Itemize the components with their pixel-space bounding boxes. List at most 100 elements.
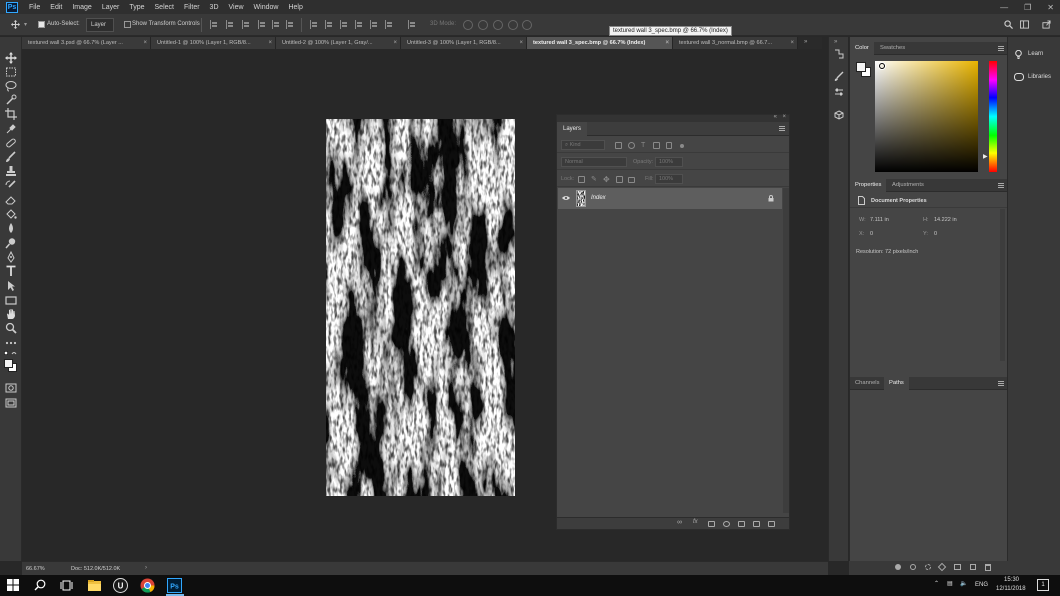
path-selection-tool-icon[interactable] xyxy=(5,280,17,292)
close-icon[interactable]: × xyxy=(519,37,523,49)
panel-menu-icon[interactable] xyxy=(998,46,1004,51)
libraries-item[interactable]: Libraries xyxy=(1008,68,1060,86)
auto-select-dropdown[interactable]: Layer xyxy=(86,18,114,32)
lock-artboard-icon[interactable] xyxy=(616,176,623,183)
add-mask-icon[interactable] xyxy=(708,521,715,527)
minimize-icon[interactable]: — xyxy=(1000,3,1008,12)
adjustment-layer-icon[interactable] xyxy=(723,521,730,527)
tray-overflow-icon[interactable]: ⌃ xyxy=(934,580,939,587)
search-icon[interactable] xyxy=(1004,20,1013,29)
default-colors-icon[interactable] xyxy=(4,351,18,357)
panel-drag-bar[interactable]: « × xyxy=(557,114,789,122)
new-path-icon[interactable] xyxy=(970,564,976,570)
visibility-eye-icon[interactable] xyxy=(562,195,570,201)
layer-row-index[interactable]: Index xyxy=(558,188,782,209)
notifications-badge[interactable]: 1 xyxy=(1037,579,1049,591)
close-icon[interactable]: × xyxy=(790,37,794,49)
blur-tool-icon[interactable] xyxy=(5,222,17,234)
tab-swatches[interactable]: Swatches xyxy=(875,42,910,55)
layer-name[interactable]: Index xyxy=(591,195,606,201)
menu-select[interactable]: Select xyxy=(150,4,179,11)
adjust-panel-icon[interactable] xyxy=(834,87,844,97)
eyedropper-tool-icon[interactable] xyxy=(5,123,17,135)
menu-3d[interactable]: 3D xyxy=(205,4,224,11)
close-icon[interactable]: × xyxy=(393,37,397,49)
show-transform-checkbox[interactable] xyxy=(124,21,131,28)
width-value[interactable]: 7.111 in xyxy=(870,217,889,223)
screen-mode-icon[interactable] xyxy=(5,397,17,409)
document-image-bark-texture[interactable] xyxy=(326,119,515,496)
move-tool-icon[interactable] xyxy=(5,52,17,64)
panel-menu-icon[interactable] xyxy=(779,126,785,131)
panel-menu-icon[interactable] xyxy=(998,183,1004,188)
file-explorer-icon[interactable] xyxy=(87,578,102,593)
menu-help[interactable]: Help xyxy=(283,4,307,11)
lock-position-icon[interactable]: ✥ xyxy=(603,176,610,184)
align-left-icon[interactable] xyxy=(210,20,218,29)
color-picker-cursor[interactable] xyxy=(879,63,885,69)
eraser-tool-icon[interactable] xyxy=(5,194,17,206)
make-work-path-icon[interactable] xyxy=(937,562,947,572)
clock-time[interactable]: 15:30 xyxy=(1004,577,1019,583)
restore-icon[interactable]: ❐ xyxy=(1024,3,1031,12)
tab-textured-wall-psd[interactable]: textured wall 3.psd @ 66.7% (Layer ... × xyxy=(22,37,151,49)
add-mask-icon[interactable] xyxy=(954,564,961,570)
opacity-input[interactable]: 100% xyxy=(655,157,683,167)
menu-layer[interactable]: Layer xyxy=(97,4,125,11)
link-layers-icon[interactable]: ∞ xyxy=(677,519,682,526)
delete-layer-icon[interactable] xyxy=(768,521,775,527)
task-view-icon[interactable] xyxy=(60,580,73,591)
filter-type-icon[interactable]: T xyxy=(641,142,648,149)
tab-textured-wall-spec[interactable]: textured wall 3_spec.bmp @ 66.7% (Index)… xyxy=(527,37,673,49)
close-icon[interactable]: × xyxy=(665,37,669,49)
type-tool-icon[interactable] xyxy=(5,265,17,277)
fill-path-icon[interactable] xyxy=(895,564,901,570)
blend-mode-dropdown[interactable]: Normal xyxy=(561,157,627,167)
distribute-vcenter-icon[interactable] xyxy=(325,20,333,29)
zoom-level[interactable]: 66.67% xyxy=(26,566,45,572)
search-icon[interactable] xyxy=(34,579,46,591)
clone-stamp-tool-icon[interactable] xyxy=(5,165,17,177)
tab-properties[interactable]: Properties xyxy=(850,179,887,192)
lock-all-icon[interactable] xyxy=(628,177,635,183)
roll-3d-icon[interactable] xyxy=(478,20,488,30)
learn-item[interactable]: Learn xyxy=(1008,45,1060,63)
layer-kind-filter[interactable]: ⌕ Kind xyxy=(561,140,605,150)
zoom-tool-icon[interactable] xyxy=(5,322,17,334)
fill-input[interactable]: 100% xyxy=(655,174,683,184)
close-icon[interactable]: × xyxy=(268,37,272,49)
photoshop-taskbar-icon[interactable]: Ps xyxy=(167,578,182,593)
tab-channels[interactable]: Channels xyxy=(850,377,885,390)
healing-brush-tool-icon[interactable] xyxy=(5,137,17,149)
brush-tool-icon[interactable] xyxy=(5,151,17,163)
foreground-color-swatch[interactable] xyxy=(4,359,13,368)
collapse-dock-icon[interactable]: » xyxy=(834,39,837,45)
dodge-tool-icon[interactable] xyxy=(5,237,17,249)
menu-image[interactable]: Image xyxy=(67,4,96,11)
quick-mask-icon[interactable] xyxy=(5,382,17,394)
status-menu-icon[interactable]: › xyxy=(145,565,147,571)
chrome-icon[interactable] xyxy=(140,578,155,593)
saturation-brightness-field[interactable] xyxy=(875,61,978,172)
stroke-path-icon[interactable] xyxy=(910,564,916,570)
filter-toggle-icon[interactable] xyxy=(680,144,684,148)
align-hcenter-icon[interactable] xyxy=(226,20,234,29)
clock-date[interactable]: 12/11/2018 xyxy=(996,586,1026,592)
fx-icon[interactable]: fx xyxy=(693,519,698,525)
new-layer-icon[interactable] xyxy=(753,521,760,527)
height-value[interactable]: 14.222 in xyxy=(934,217,957,223)
tab-adjustments[interactable]: Adjustments xyxy=(887,179,929,192)
history-panel-icon[interactable] xyxy=(834,49,844,59)
menu-edit[interactable]: Edit xyxy=(45,4,67,11)
filter-pixel-icon[interactable] xyxy=(615,142,622,149)
unreal-engine-icon[interactable]: U xyxy=(113,578,128,593)
distribute-bottom-icon[interactable] xyxy=(340,20,348,29)
tab-textured-wall-normal[interactable]: textured wall 3_normal.bmp @ 66.7... × xyxy=(673,37,798,49)
align-right-icon[interactable] xyxy=(242,20,250,29)
filter-adjustment-icon[interactable] xyxy=(628,142,635,149)
share-icon[interactable] xyxy=(1042,20,1051,29)
hue-slider[interactable] xyxy=(989,61,997,172)
auto-align-icon[interactable] xyxy=(408,20,416,29)
doc-size[interactable]: Doc: 512.0K/512.0K xyxy=(71,566,120,572)
lock-image-icon[interactable]: ✎ xyxy=(591,176,598,183)
